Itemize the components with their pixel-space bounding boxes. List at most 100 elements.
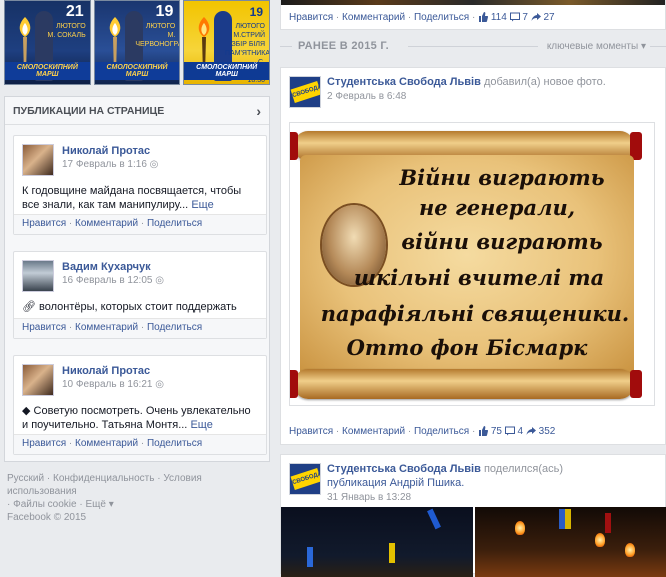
tag-icon: ◆	[22, 405, 31, 417]
avatar[interactable]	[22, 364, 54, 396]
shared-photos	[281, 507, 666, 577]
comments-count[interactable]: 7	[509, 12, 528, 23]
banner-details: ЛЮТОГО М. СОКАЛЬ	[47, 23, 86, 39]
share-icon	[531, 13, 541, 21]
event-banner-sokal[interactable]: 21 ЛЮТОГО М. СОКАЛЬ СМОЛОСКИПНИЙ МАРШ	[4, 0, 91, 85]
avatar[interactable]	[22, 260, 54, 292]
timeline-post: СВОБОДА Студентська Свобода Львів добави…	[280, 67, 666, 445]
comments-count[interactable]: 4	[504, 426, 523, 437]
like-link[interactable]: Нравится	[22, 322, 66, 333]
globe-icon: ◎	[155, 379, 164, 390]
post-action-text: добавил(а) новое фото.	[483, 76, 606, 88]
event-banner-stryi[interactable]: 19 ЛЮТОГО М.СТРИЙЗБІР БІЛЯ ПАМ'ЯТНИКА С.…	[183, 0, 271, 85]
previous-post-footer: Нравится · Комментарий · Поделиться · 11…	[280, 0, 666, 30]
more-link[interactable]: Еще	[191, 199, 213, 211]
post-author[interactable]: Студентська Свобода Львів	[327, 463, 481, 475]
comment-link[interactable]: Комментарий	[75, 438, 138, 449]
like-link[interactable]: Нравится	[22, 438, 66, 449]
like-link[interactable]: Нравится	[289, 426, 333, 437]
share-link[interactable]: Поделиться	[147, 322, 202, 333]
post-time[interactable]: 2 Февраль в 6:48	[327, 91, 406, 102]
likes-count[interactable]: 75	[478, 426, 502, 437]
post-actions: Нравится · Комментарий · Поделиться	[14, 214, 266, 234]
post-author[interactable]: Николай Протас	[62, 364, 164, 378]
post-time[interactable]: 17 Февраль в 1:16 ◎	[62, 158, 158, 172]
banner-caption: СМОЛОСКИПНИЙ МАРШ	[5, 62, 90, 80]
avatar[interactable]	[22, 144, 54, 176]
more-link[interactable]: Еще	[190, 419, 212, 431]
share-link[interactable]: Поделиться	[414, 12, 469, 23]
list-item: Николай Протас 17 Февраль в 1:16 ◎ К год…	[13, 135, 267, 235]
comment-icon	[504, 426, 515, 436]
globe-icon: ◎	[149, 159, 159, 170]
post-actions: Нравится · Комментарий · Поделиться	[14, 318, 266, 338]
banner-caption: СМОЛОСКИПНИЙ МАРШ	[184, 62, 270, 80]
year-separator: РАНЕЕ В 2015 Г. ключевые моменты ▾	[280, 36, 666, 58]
shares-count[interactable]: 27	[531, 12, 555, 23]
comment-link[interactable]: Комментарий	[342, 426, 405, 437]
post-author[interactable]: Студентська Свобода Львів	[327, 76, 481, 88]
list-item: Вадим Кухарчук 16 Февраль в 12:05 ◎ 🔗︎ в…	[13, 251, 267, 339]
comment-link[interactable]: Комментарий	[75, 322, 138, 333]
quote-line: шкільні вчителі та	[353, 265, 605, 290]
parchment: Війни виграють не генерали, війни виграю…	[300, 155, 634, 377]
quote-line: не генерали,	[418, 195, 576, 220]
event-banners: 21 ЛЮТОГО М. СОКАЛЬ СМОЛОСКИПНИЙ МАРШ 19 …	[4, 0, 271, 85]
link-icon: 🔗︎	[22, 301, 36, 313]
quote-line: війни виграють	[401, 229, 603, 254]
post-action-text: поделился(ась)	[483, 463, 564, 475]
post-actions: Нравится · Комментарий · Поделиться	[14, 434, 266, 454]
list-item: Николай Протас 10 Февраль в 16:21 ◎ ◆ Со…	[13, 355, 267, 455]
copyright: Facebook © 2015	[7, 512, 87, 523]
comment-link[interactable]: Комментарий	[342, 12, 405, 23]
thumbs-up-icon	[479, 12, 489, 22]
like-link[interactable]: Нравится	[22, 218, 66, 229]
post-author[interactable]: Николай Протас	[62, 144, 158, 158]
post-time[interactable]: 31 Январь в 13:28	[327, 492, 411, 503]
timeline-post: СВОБОДА Студентська Свобода Львів подели…	[280, 454, 666, 577]
share-link[interactable]: Поделиться	[414, 426, 469, 437]
footer-links[interactable]: Русский · Конфиденциальность · Условия и…	[7, 472, 269, 498]
page-posts-panel: ПУБЛИКАЦИИ НА СТРАНИЦЕ › Николай Протас …	[4, 96, 270, 462]
quote-line: Отто фон Бісмарк	[346, 335, 588, 360]
comment-icon	[509, 12, 520, 22]
quote-line: парафіяльні священики.	[320, 301, 630, 326]
comment-link[interactable]: Комментарий	[75, 218, 138, 229]
footer: Русский · Конфиденциальность · Условия и…	[7, 472, 269, 524]
footer-links-more[interactable]: · Файлы cookie · Ещё ▾	[7, 498, 269, 511]
shares-count[interactable]: 352	[526, 426, 555, 437]
post-text: К годовщине майдана посвящается, чтобы в…	[22, 185, 242, 211]
thumbs-up-icon	[479, 426, 489, 436]
post-text: 🔗︎ волонтёры, которых стоит поддержать	[22, 301, 237, 313]
banner-date: 19	[155, 3, 174, 20]
post-author[interactable]: Вадим Кухарчук	[62, 260, 164, 274]
likes-count[interactable]: 114	[478, 12, 507, 23]
post-photo[interactable]	[475, 507, 666, 577]
banner-details: ЛЮТОГОМ. ЧЕРВОНОГРАД	[135, 23, 179, 48]
globe-icon: ◎	[155, 275, 164, 286]
chevron-right-icon[interactable]: ›	[256, 104, 261, 118]
share-link[interactable]: Поделиться	[147, 438, 202, 449]
highlights-dropdown[interactable]: ключевые моменты ▾	[547, 41, 646, 52]
photo-edge	[281, 0, 665, 5]
panel-header[interactable]: ПУБЛИКАЦИИ НА СТРАНИЦЕ ›	[5, 97, 269, 125]
left-column: 21 ЛЮТОГО М. СОКАЛЬ СМОЛОСКИПНИЙ МАРШ 19 …	[0, 0, 271, 574]
page-avatar[interactable]: СВОБОДА	[289, 463, 321, 495]
quote-line: Війни виграють	[399, 165, 605, 190]
banner-date: 19	[249, 5, 264, 19]
scroll-roll-bottom	[290, 369, 642, 399]
share-link[interactable]: Поделиться	[147, 218, 202, 229]
post-time[interactable]: 10 Февраль в 16:21 ◎	[62, 378, 164, 392]
like-link[interactable]: Нравится	[289, 12, 333, 23]
post-photo[interactable]	[281, 507, 473, 577]
event-banner-chervonograd[interactable]: 19 ЛЮТОГОМ. ЧЕРВОНОГРАД СМОЛОСКИПНИЙ МАР…	[93, 0, 181, 85]
timeline-column: Нравится · Комментарий · Поделиться · 11…	[280, 0, 666, 577]
page-avatar[interactable]: СВОБОДА	[289, 76, 321, 108]
post-text: ◆ Советую посмотреть. Очень увлекательно…	[22, 405, 251, 431]
panel-title: ПУБЛИКАЦИИ НА СТРАНИЦЕ	[13, 104, 165, 117]
banner-caption: СМОЛОСКИПНИЙ МАРШ	[94, 62, 180, 80]
shared-post-link[interactable]: публикация Андрій Пшика.	[327, 477, 464, 489]
post-time[interactable]: 16 Февраль в 12:05 ◎	[62, 274, 164, 288]
share-icon	[526, 427, 536, 435]
post-photo[interactable]: Війни виграють не генерали, війни виграю…	[289, 122, 655, 406]
